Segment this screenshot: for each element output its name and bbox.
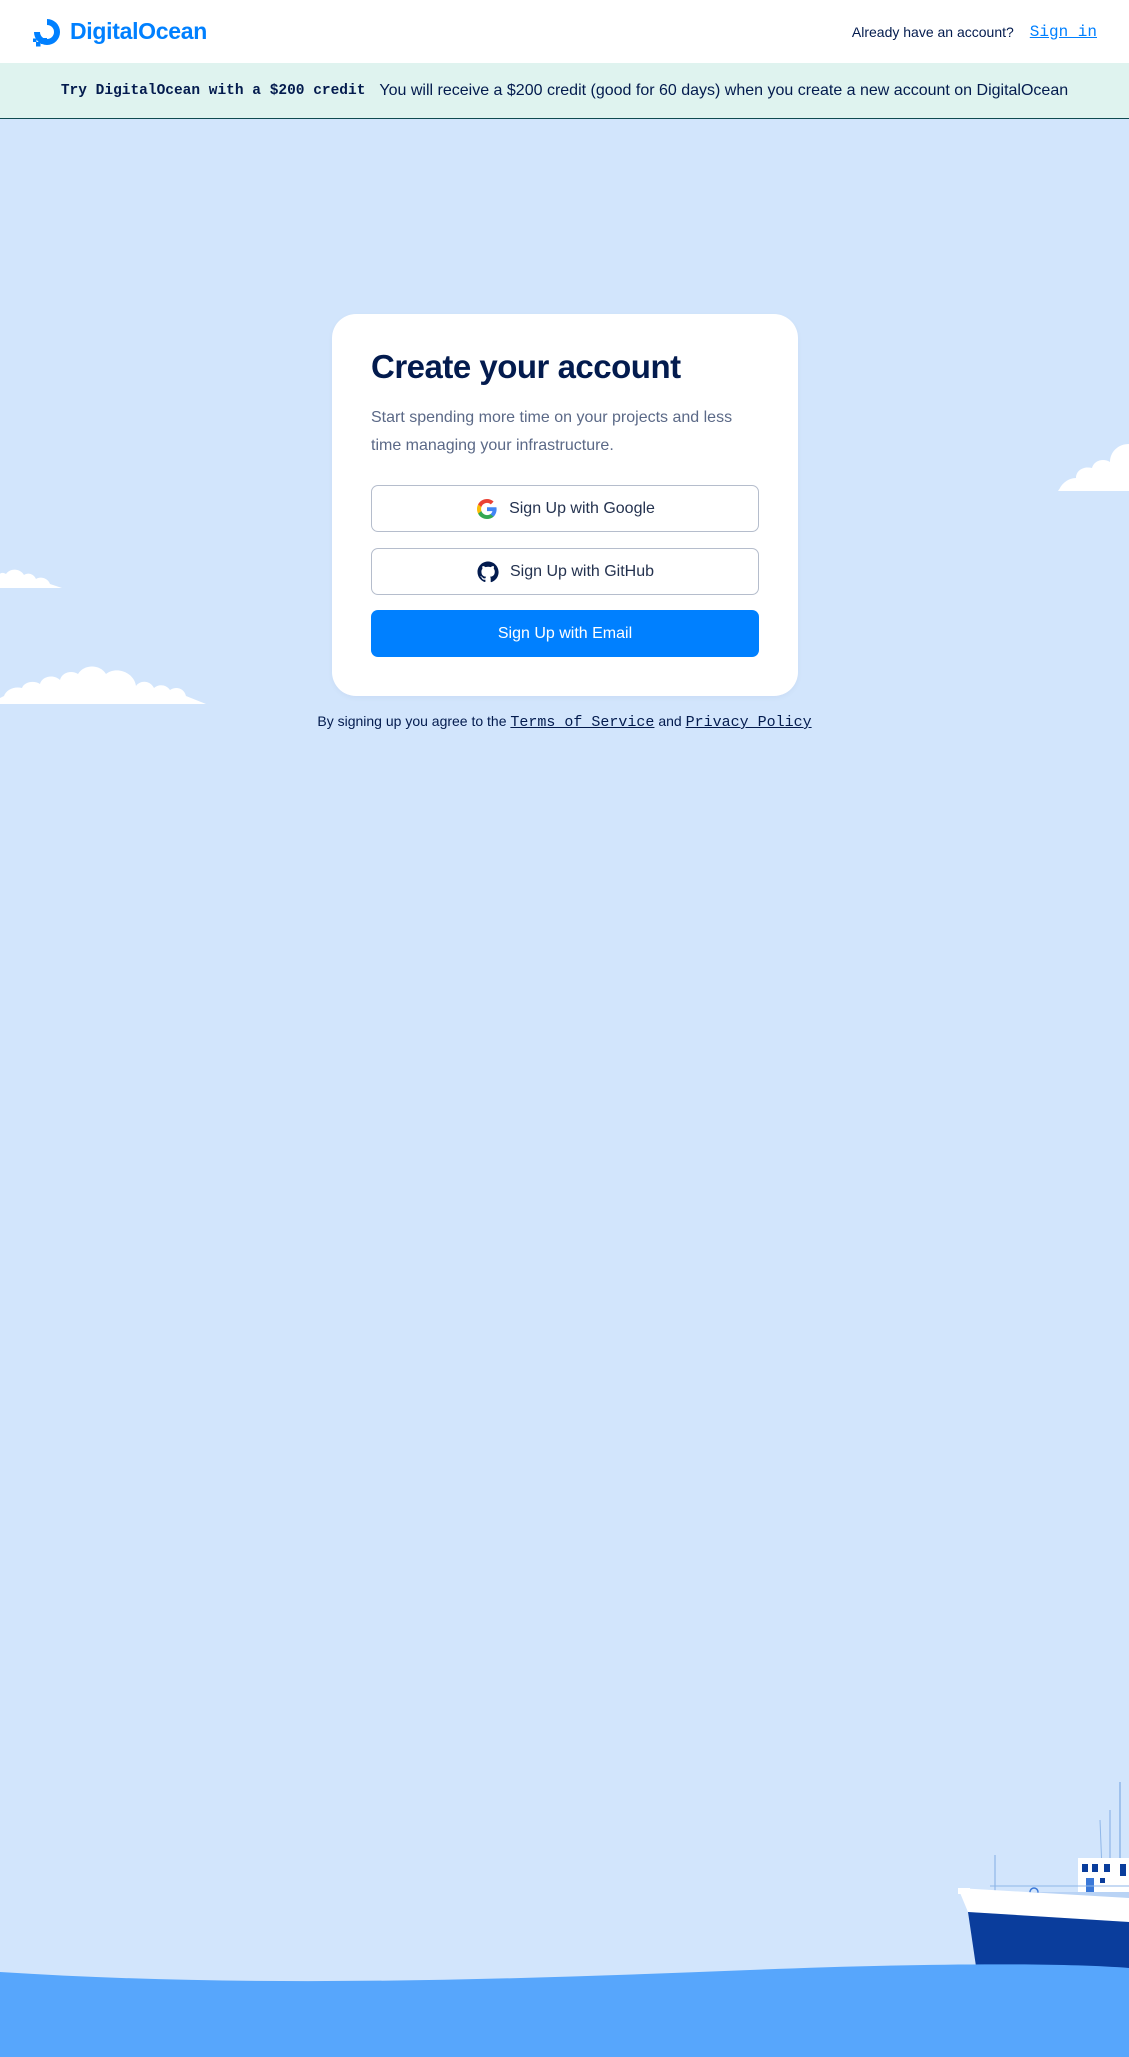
google-icon — [477, 498, 497, 519]
ocean-wave — [0, 1964, 1129, 2057]
signup-card: Create your account Start spending more … — [332, 314, 798, 696]
terms-of-service-link[interactable]: Terms of Service — [510, 714, 654, 731]
cloud-right — [1058, 444, 1129, 491]
cloud-left-large — [0, 666, 206, 704]
ship-illustration — [958, 1782, 1129, 1980]
already-have-account-text: Already have an account? — [851, 23, 1014, 40]
top-header: DigitalOcean Already have an account? Si… — [0, 0, 1129, 63]
signup-page: DigitalOcean Already have an account? Si… — [0, 0, 1129, 2057]
promo-banner: Try DigitalOcean with a $200 credit You … — [0, 63, 1129, 119]
terms-prefix: By signing up you agree to the — [317, 713, 507, 729]
digitalocean-logo-icon — [33, 18, 60, 46]
github-icon — [477, 561, 499, 582]
privacy-policy-link[interactable]: Privacy Policy — [686, 714, 812, 731]
cloud-left-small — [0, 569, 62, 588]
signup-email-label: Sign Up with Email — [497, 624, 633, 642]
logo-text: DigitalOcean — [70, 18, 207, 44]
signup-google-label: Sign Up with Google — [509, 499, 655, 517]
header-right: Already have an account? Sign in — [852, 23, 1097, 41]
sign-in-link[interactable]: Sign in — [1030, 23, 1097, 41]
promo-text: You will receive a $200 credit (good for… — [379, 81, 1069, 99]
signup-github-button[interactable]: Sign Up with GitHub — [371, 548, 759, 595]
promo-title: Try DigitalOcean with a $200 credit — [60, 82, 366, 99]
signup-google-button[interactable]: Sign Up with Google — [371, 485, 759, 532]
digitalocean-logo[interactable]: DigitalOcean — [32, 17, 207, 47]
card-title: Create your account — [371, 348, 681, 385]
signup-email-button[interactable]: Sign Up with Email — [371, 610, 759, 657]
signup-github-label: Sign Up with GitHub — [509, 562, 655, 580]
card-subtitle: Start spending more time on your project… — [371, 409, 733, 454]
terms-and: and — [658, 713, 682, 729]
terms-notice: By signing up you agree to the Terms of … — [0, 713, 1129, 731]
